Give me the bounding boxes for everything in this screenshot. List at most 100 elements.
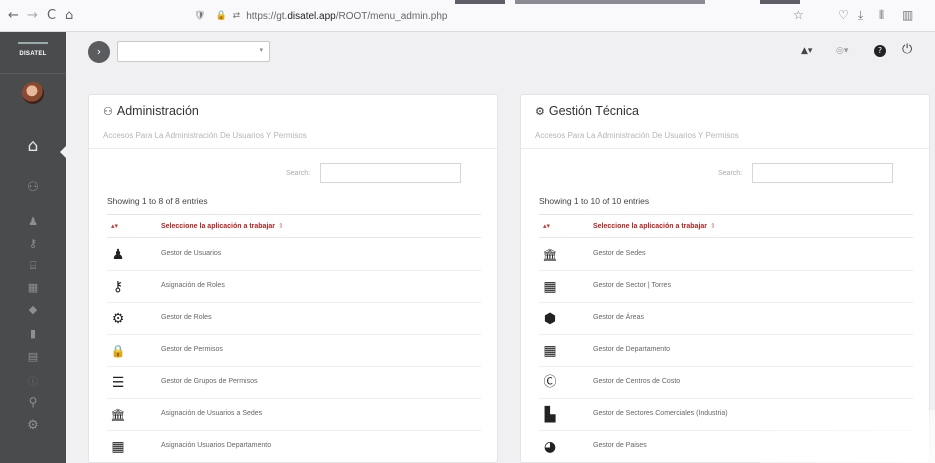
divider (89, 148, 497, 149)
language-icon[interactable]: ◎▾ (836, 46, 848, 56)
row-label[interactable]: Gestor de Centros de Costo (593, 378, 680, 385)
help-icon[interactable]: ? (874, 45, 886, 57)
column-header[interactable]: Seleccione la aplicación a trabajar ⇕ (593, 222, 716, 230)
notifications-icon[interactable]: ▲▾ (801, 46, 812, 56)
lock-icon: 🔒 (110, 344, 126, 358)
url-bar[interactable]: 🛡 🔒 ⇄ https://gt. disatel.app/ROOT/menu_a… (190, 6, 800, 26)
application-select[interactable]: ▾ (117, 41, 270, 62)
panel-title-text: Gestión Técnica (548, 104, 639, 118)
tag-icon[interactable]: ◆ (0, 303, 66, 316)
row-label[interactable]: Gestor de Sectores Comerciales (Industri… (593, 410, 728, 417)
admin-panel: ⚇ Administración Accesos Para La Adminis… (88, 94, 498, 463)
sort-icon[interactable]: ▴▾ (543, 222, 550, 230)
sort-icon: ⇕ (710, 222, 716, 230)
permissions-icon[interactable]: ⇄ (233, 11, 241, 21)
table-row[interactable]: ◕ Gestor de Paises (539, 431, 913, 462)
row-label[interactable]: Asignación de Roles (161, 282, 225, 289)
users-icon[interactable]: ⚇ (0, 180, 66, 195)
table-row[interactable]: ▦ Gestor de Departamento (539, 335, 913, 367)
row-label[interactable]: Gestor de Sector | Torres (593, 282, 671, 289)
chevron-down-icon: ▾ (259, 46, 263, 54)
sort-icon: ⇕ (278, 222, 284, 230)
table-row[interactable]: ▙ Gestor de Sectores Comerciales (Indust… (539, 399, 913, 431)
url-domain: disatel.app (287, 10, 336, 22)
row-label[interactable]: Gestor de Áreas (593, 314, 644, 321)
cube-icon: ⬢ (543, 311, 557, 327)
row-label[interactable]: Gestor de Grupos de Permisos (161, 378, 258, 385)
search-label: Search: (718, 170, 743, 177)
power-icon[interactable]: ⏻ (902, 42, 912, 57)
key-icon[interactable]: ⚷ (0, 237, 66, 250)
menu-toggle-button[interactable]: › (88, 41, 110, 63)
table-row[interactable]: ▦ Asignación Usuarios Departamento (107, 431, 481, 462)
table-row[interactable]: ▦ Gestor de Sector | Torres (539, 271, 913, 303)
building-icon: ▦ (111, 439, 125, 455)
row-label[interactable]: Gestor de Permisos (161, 346, 223, 353)
bank-icon[interactable]: ⌸ (0, 259, 66, 273)
gears-icon: ⚙ (535, 104, 545, 118)
tab-strip-segment (455, 0, 505, 4)
panel-subtitle: Accesos Para La Administración De Usuari… (535, 131, 739, 140)
gears-icon: ⚙ (111, 311, 125, 327)
avatar[interactable] (22, 82, 44, 104)
tab-strip-segment (760, 0, 800, 4)
row-label[interactable]: Asignación de Usuarios a Sedes (161, 410, 262, 417)
column-header[interactable]: Seleccione la aplicación a trabajar ⇕ (161, 222, 284, 230)
building-icon[interactable]: ▦ (0, 281, 66, 294)
globe-icon: ◕ (543, 439, 557, 455)
left-sidebar: DISATEL ⌂ ⚇ ♟ ⚷ ⌸ ▦ ◆ ▮ ▤ ⓘ ⚲ ⚙ (0, 32, 67, 463)
users-icon: ⚇ (103, 104, 113, 118)
panel-title: ⚇ Administración (103, 104, 199, 118)
shield-icon[interactable]: 🛡 (194, 11, 205, 21)
row-label[interactable]: Gestor de Roles (161, 314, 212, 321)
info-icon[interactable]: ⓘ (0, 373, 66, 388)
sort-icon[interactable]: ▴▾ (111, 222, 118, 230)
forward-icon[interactable]: → (27, 7, 38, 25)
search-input[interactable] (752, 163, 893, 183)
row-label[interactable]: Asignación Usuarios Departamento (161, 442, 271, 449)
table-row[interactable]: Ⓒ Gestor de Centros de Costo (539, 367, 913, 399)
user-icon[interactable]: ♟ (0, 215, 66, 228)
bookmark-star-icon[interactable]: ☆ (793, 8, 804, 22)
showing-entries: Showing 1 to 8 of 8 entries (107, 196, 208, 206)
reload-icon[interactable]: C (47, 7, 56, 25)
table-row[interactable]: ⬢ Gestor de Áreas (539, 303, 913, 335)
industry-icon: ▙ (544, 407, 556, 423)
pocket-icon[interactable]: ♡ (838, 8, 849, 22)
lock-icon[interactable]: 🔒 (215, 11, 226, 21)
panel-subtitle: Accesos Para La Administración De Usuari… (103, 131, 307, 140)
panel-title: ⚙ Gestión Técnica (535, 104, 639, 118)
sidebar-toggle-icon[interactable]: ▥ (902, 8, 913, 22)
table-header[interactable]: ▴▾ Seleccione la aplicación a trabajar ⇕ (539, 214, 913, 238)
building2-icon[interactable]: ▮ (0, 327, 66, 340)
table-row[interactable]: ⚙ Gestor de Roles (107, 303, 481, 335)
calculator-icon[interactable]: ▤ (0, 350, 66, 363)
home-icon[interactable]: ⌂ (65, 7, 73, 25)
table-header[interactable]: ▴▾ Seleccione la aplicación a trabajar ⇕ (107, 214, 481, 238)
row-label[interactable]: Gestor de Paises (593, 442, 647, 449)
library-icon[interactable]: ⫴ (879, 8, 884, 23)
home-icon[interactable]: ⌂ (0, 136, 66, 156)
table-row[interactable]: ♟ Gestor de Usuarios (107, 239, 481, 271)
table-row[interactable]: ☰ Gestor de Grupos de Permisos (107, 367, 481, 399)
table-row[interactable]: 🏛 Asignación de Usuarios a Sedes (107, 399, 481, 431)
table-row[interactable]: 🏛 Gestor de Sedes (539, 239, 913, 271)
table-row[interactable]: 🔒 Gestor de Permisos (107, 335, 481, 367)
logo[interactable]: DISATEL (18, 42, 48, 64)
download-icon[interactable]: ⤓ (858, 8, 863, 23)
row-label[interactable]: Gestor de Departamento (593, 346, 670, 353)
row-label[interactable]: Gestor de Usuarios (161, 250, 221, 257)
back-icon[interactable]: ← (8, 7, 19, 25)
url-path: /ROOT/menu_admin.php (335, 10, 448, 22)
key-icon: ⚷ (112, 279, 124, 295)
creative-commons-icon: Ⓒ (543, 375, 557, 390)
gears-icon[interactable]: ⚙ (0, 418, 66, 433)
active-indicator (60, 145, 67, 159)
building2-icon: ▦ (543, 343, 557, 359)
divider (521, 148, 929, 149)
search-input[interactable] (320, 163, 461, 183)
row-label[interactable]: Gestor de Sedes (593, 250, 646, 257)
table-row[interactable]: ⚷ Asignación de Roles (107, 271, 481, 303)
tab-strip-segment (515, 0, 705, 4)
sitemap-icon[interactable]: ⚲ (0, 395, 66, 409)
